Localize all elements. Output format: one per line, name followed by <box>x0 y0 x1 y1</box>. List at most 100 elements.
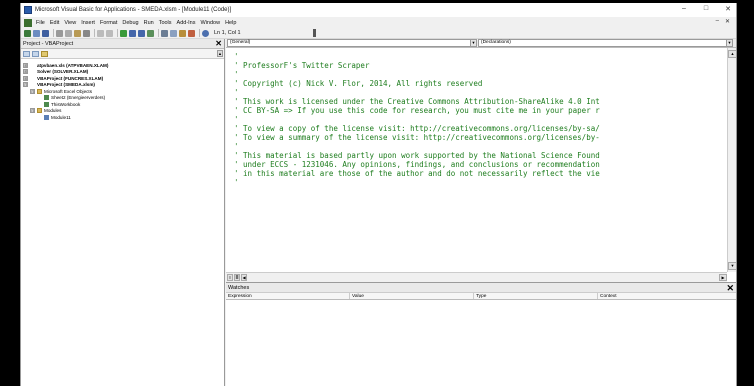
code-vertical-scrollbar[interactable]: ▲ ▼ <box>727 48 736 272</box>
maximize-button[interactable]: □ <box>702 5 710 13</box>
project-explorer-close-icon[interactable]: ✕ <box>215 39 222 48</box>
project-explorer-header: Project - VBAProject ✕ <box>21 39 224 49</box>
scroll-down-arrow-icon[interactable]: ▼ <box>728 262 736 270</box>
tree-item-label: Sheet2 (Energieerverders) <box>51 95 106 101</box>
menu-add-ins[interactable]: Add-Ins <box>177 20 196 26</box>
code-horizontal-scrollbar[interactable]: ≡ ≣ ◀ ▶ <box>226 272 727 282</box>
toolbar-separator <box>117 29 118 37</box>
collapse-icon[interactable]: ⊟ <box>23 82 28 88</box>
reset-icon[interactable] <box>138 29 145 37</box>
menu-run[interactable]: Run <box>144 20 154 26</box>
standard-toolbar: Ln 1, Col 1 <box>21 28 736 39</box>
properties-icon[interactable] <box>170 29 177 37</box>
menu-insert[interactable]: Insert <box>81 20 95 26</box>
project-explorer-toolbar: ▲ <box>21 49 224 59</box>
column-expression[interactable]: Expression <box>226 293 350 299</box>
document-window-controls: – ✕ <box>716 18 730 25</box>
collapse-icon[interactable]: ⊟ <box>30 88 35 94</box>
menu-format[interactable]: Format <box>100 20 117 26</box>
expand-icon[interactable]: ⊞ <box>23 75 28 81</box>
watches-column-headers: Expression Value Type Context <box>226 292 736 300</box>
toolbar-grip[interactable] <box>312 29 316 37</box>
minimize-button[interactable]: – <box>680 5 688 13</box>
run-icon[interactable] <box>120 29 127 37</box>
doc-minimize-button[interactable]: – <box>716 18 719 25</box>
object-dropdown[interactable]: (General) ▼ <box>227 39 477 47</box>
paste-icon[interactable] <box>74 29 81 37</box>
view-object-icon[interactable] <box>32 50 39 57</box>
expand-icon[interactable]: ⊞ <box>23 62 28 68</box>
code-line: ' <box>234 88 239 97</box>
redo-icon[interactable] <box>106 29 113 37</box>
folder-icon <box>37 108 42 114</box>
scroll-up-arrow-icon[interactable]: ▲ <box>728 50 736 58</box>
design-mode-icon[interactable] <box>147 29 154 37</box>
project-icon <box>30 69 35 74</box>
menu-window[interactable]: Window <box>201 20 221 26</box>
tree-item-label: VBAProject (FUNCRES.XLAM) <box>37 75 104 81</box>
code-line: ' <box>234 115 239 124</box>
undo-icon[interactable] <box>97 29 104 37</box>
tree-item-label: atpvbaen.xls (ATPVBAEN.XLAM) <box>37 62 109 68</box>
menu-debug[interactable]: Debug <box>122 20 138 26</box>
break-icon[interactable] <box>129 29 136 37</box>
vba-app-icon <box>24 6 32 14</box>
scroll-left-arrow-icon[interactable]: ◀ <box>241 274 247 281</box>
toolbar-separator <box>53 29 54 37</box>
find-icon[interactable] <box>83 29 90 37</box>
help-icon[interactable] <box>202 29 209 37</box>
menu-tools[interactable]: Tools <box>159 20 172 26</box>
cut-icon[interactable] <box>56 29 63 37</box>
full-module-view-icon[interactable]: ≣ <box>234 274 240 281</box>
column-type[interactable]: Type <box>474 293 598 299</box>
project-tree: ⊞ atpvbaen.xls (ATPVBAEN.XLAM) ⊞ Solver (SO… <box>21 59 224 121</box>
excel-icon[interactable] <box>24 18 32 27</box>
close-button[interactable]: ✕ <box>724 5 732 13</box>
menu-file[interactable]: File <box>36 20 45 26</box>
object-browser-icon[interactable] <box>179 29 186 37</box>
code-window: (General) ▼ (Declarations) ▼ ' ' Professo… <box>226 39 736 282</box>
watches-pane: Watches ✕ Expression Value Type Context <box>226 282 736 386</box>
copy-icon[interactable] <box>65 29 72 37</box>
code-line: ' <box>234 70 239 79</box>
toggle-folders-icon[interactable] <box>41 50 48 57</box>
toolbar-separator <box>94 29 95 37</box>
procedure-dropdown-value: (Declarations) <box>481 40 511 45</box>
column-context[interactable]: Context <box>598 293 736 299</box>
chevron-down-icon[interactable]: ▼ <box>470 40 476 46</box>
menu-edit[interactable]: Edit <box>50 20 59 26</box>
menu-help[interactable]: Help <box>225 20 236 26</box>
toolbox-icon[interactable] <box>188 29 195 37</box>
insert-module-icon[interactable] <box>33 29 40 37</box>
project-explorer-title: Project - VBAProject <box>23 40 74 47</box>
project-explorer-pane: Project - VBAProject ✕ ▲ ⊞ atpvbaen.xls (… <box>21 39 225 386</box>
code-line: ' ProfessorF's Twitter Scraper <box>234 61 370 70</box>
collapse-icon[interactable]: ⊟ <box>30 108 35 114</box>
code-editor[interactable]: ' ' ProfessorF's Twitter Scraper ' ' Copyri… <box>234 52 725 271</box>
tree-item-label: Solver (SOLVER.XLAM) <box>37 69 89 75</box>
scroll-right-arrow-icon[interactable]: ▶ <box>719 274 727 281</box>
project-icon <box>30 76 35 81</box>
vba-editor-window: Microsoft Visual Basic for Applications … <box>20 3 737 386</box>
folder-icon <box>37 88 42 94</box>
chevron-down-icon[interactable]: ▼ <box>726 40 732 46</box>
view-code-icon[interactable] <box>23 50 30 57</box>
tree-item-label: ThisWorkbook <box>51 101 81 107</box>
expand-icon[interactable]: ⊞ <box>23 69 28 75</box>
menu-bar: File Edit View Insert Format Debug Run T… <box>21 17 736 28</box>
save-icon[interactable] <box>42 29 49 37</box>
doc-close-button[interactable]: ✕ <box>725 18 730 25</box>
project-explorer-icon[interactable] <box>161 29 168 37</box>
scroll-up-arrow-icon[interactable]: ▲ <box>217 50 223 57</box>
watches-close-icon[interactable]: ✕ <box>726 283 734 292</box>
view-excel-icon[interactable] <box>24 29 31 37</box>
code-line: ' CC BY-SA => If you use this code for r… <box>234 106 600 115</box>
procedure-view-icon[interactable]: ≡ <box>227 274 233 281</box>
window-controls: – □ ✕ <box>680 5 732 13</box>
procedure-dropdown[interactable]: (Declarations) ▼ <box>478 39 733 47</box>
tree-item-label: Module11 <box>51 114 71 120</box>
menu-view[interactable]: View <box>64 20 76 26</box>
toolbar-separator <box>199 29 200 37</box>
column-value[interactable]: Value <box>350 293 474 299</box>
tree-item[interactable]: Module11 <box>23 114 224 121</box>
